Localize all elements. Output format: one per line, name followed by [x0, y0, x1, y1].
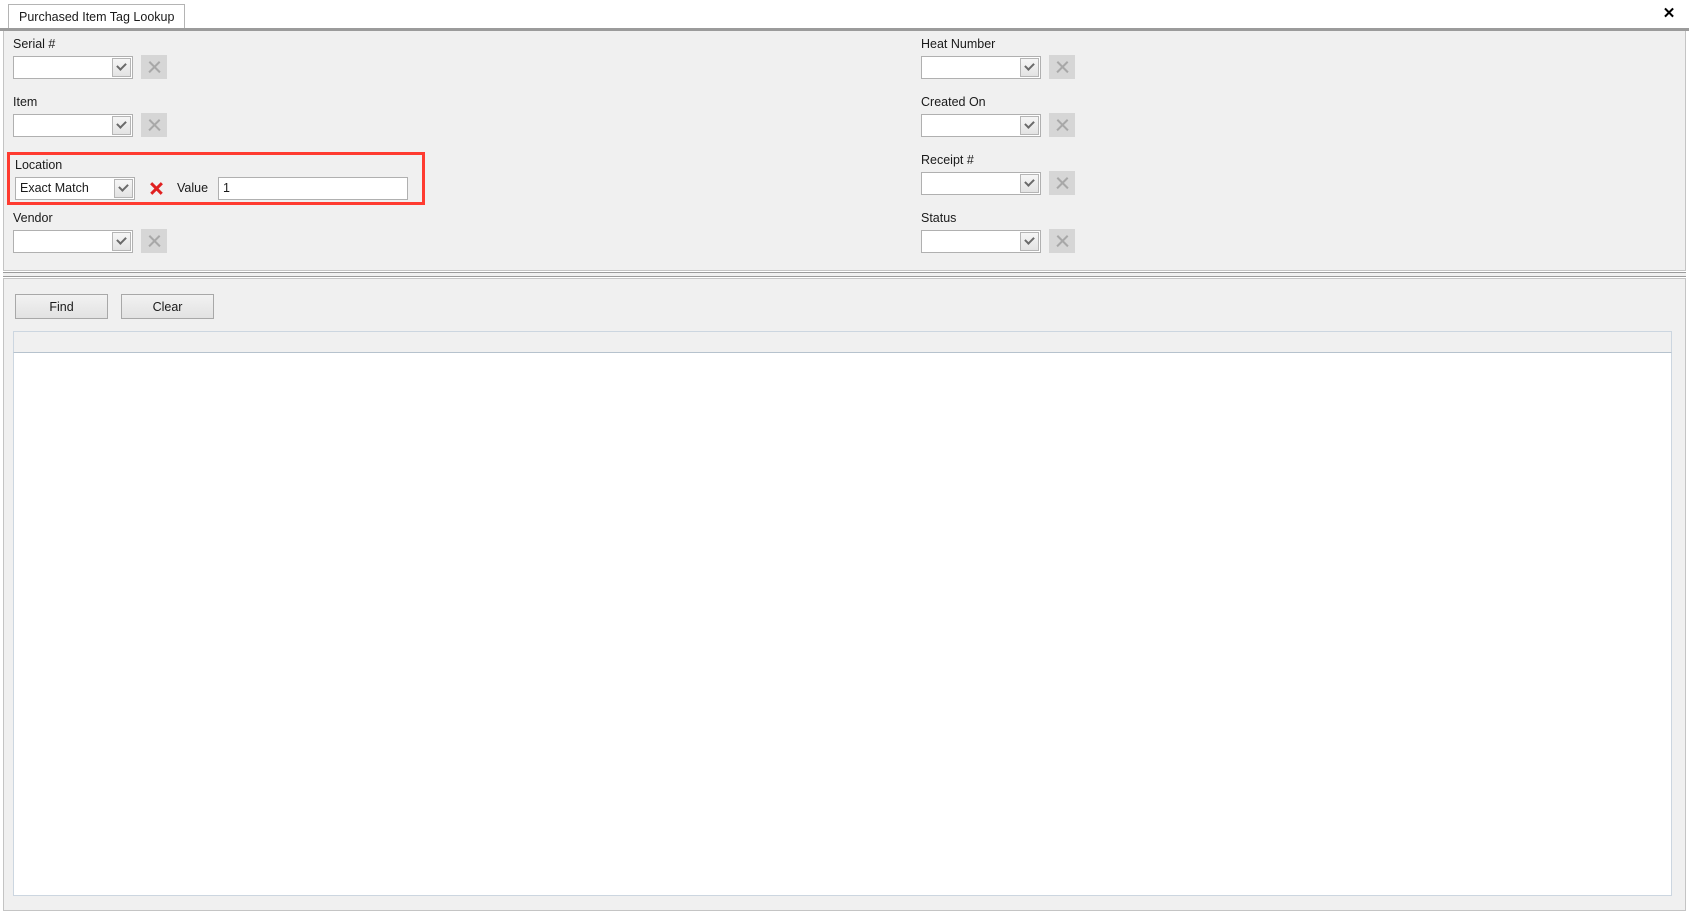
label-heat-number: Heat Number [921, 37, 996, 51]
clear-created-on-button[interactable] [1049, 113, 1075, 137]
clear-location-button[interactable] [143, 176, 169, 200]
results-grid-header [13, 331, 1672, 353]
close-icon[interactable]: ✕ [1659, 3, 1679, 23]
clear-serial-button[interactable] [141, 55, 167, 79]
close-x-icon [149, 181, 164, 196]
field-group-status: Status [921, 210, 1075, 253]
results-grid[interactable] [13, 331, 1672, 896]
close-x-icon [1055, 176, 1070, 191]
serial-combobox[interactable] [13, 55, 133, 79]
label-serial: Serial # [13, 37, 56, 51]
chevron-down-icon[interactable] [112, 231, 131, 251]
label-location-value: Value [177, 181, 209, 195]
vendor-combobox[interactable] [13, 229, 133, 253]
field-group-item: Item [13, 94, 167, 137]
find-button[interactable]: Find [15, 294, 108, 319]
close-x-icon [1055, 60, 1070, 75]
location-value-input[interactable] [218, 176, 409, 200]
close-x-icon [1055, 118, 1070, 133]
chevron-down-icon[interactable] [114, 178, 133, 198]
chevron-down-icon[interactable] [1020, 231, 1039, 251]
field-group-receipt: Receipt # [921, 152, 1075, 195]
results-grid-body[interactable] [13, 353, 1672, 896]
tab-purchased-item-tag-lookup[interactable]: Purchased Item Tag Lookup [8, 4, 186, 28]
clear-button[interactable]: Clear [121, 294, 214, 319]
close-x-icon [147, 234, 162, 249]
label-location: Location [15, 158, 63, 172]
clear-heat-number-button[interactable] [1049, 55, 1075, 79]
label-status: Status [921, 211, 957, 225]
field-group-serial: Serial # [13, 36, 167, 79]
location-filter-group-highlighted: Location Exact Match Value [7, 152, 425, 205]
field-group-heat-number: Heat Number [921, 36, 1075, 79]
label-vendor: Vendor [13, 211, 53, 225]
heat-number-combobox[interactable] [921, 55, 1041, 79]
receipt-combobox[interactable] [921, 171, 1041, 195]
label-receipt: Receipt # [921, 153, 974, 167]
clear-item-button[interactable] [141, 113, 167, 137]
action-button-bar: Find Clear [15, 294, 214, 319]
close-x-icon [147, 60, 162, 75]
clear-receipt-button[interactable] [1049, 171, 1075, 195]
clear-vendor-button[interactable] [141, 229, 167, 253]
status-combobox[interactable] [921, 229, 1041, 253]
location-filter-inner: Location Exact Match Value [15, 157, 419, 200]
chevron-down-icon[interactable] [1020, 57, 1039, 77]
tab-strip: Purchased Item Tag Lookup ✕ [0, 0, 1689, 31]
chevron-down-icon[interactable] [112, 115, 131, 135]
item-combobox[interactable] [13, 113, 133, 137]
search-criteria-panel: Serial # Item Location Exact Match Value… [3, 31, 1686, 271]
close-x-icon [1055, 234, 1070, 249]
label-item: Item [13, 95, 38, 109]
clear-status-button[interactable] [1049, 229, 1075, 253]
chevron-down-icon[interactable] [112, 57, 131, 77]
label-created-on: Created On [921, 95, 986, 109]
location-operator-combobox[interactable]: Exact Match [15, 176, 135, 200]
close-x-icon [147, 118, 162, 133]
chevron-down-icon[interactable] [1020, 173, 1039, 193]
tab-label: Purchased Item Tag Lookup [19, 9, 175, 24]
created-on-combobox[interactable] [921, 113, 1041, 137]
field-group-vendor: Vendor [13, 210, 167, 253]
chevron-down-icon[interactable] [1020, 115, 1039, 135]
results-panel: Find Clear [3, 278, 1686, 911]
location-operator-value: Exact Match [20, 180, 89, 195]
field-group-created-on: Created On [921, 94, 1075, 137]
panel-splitter[interactable] [3, 272, 1686, 277]
